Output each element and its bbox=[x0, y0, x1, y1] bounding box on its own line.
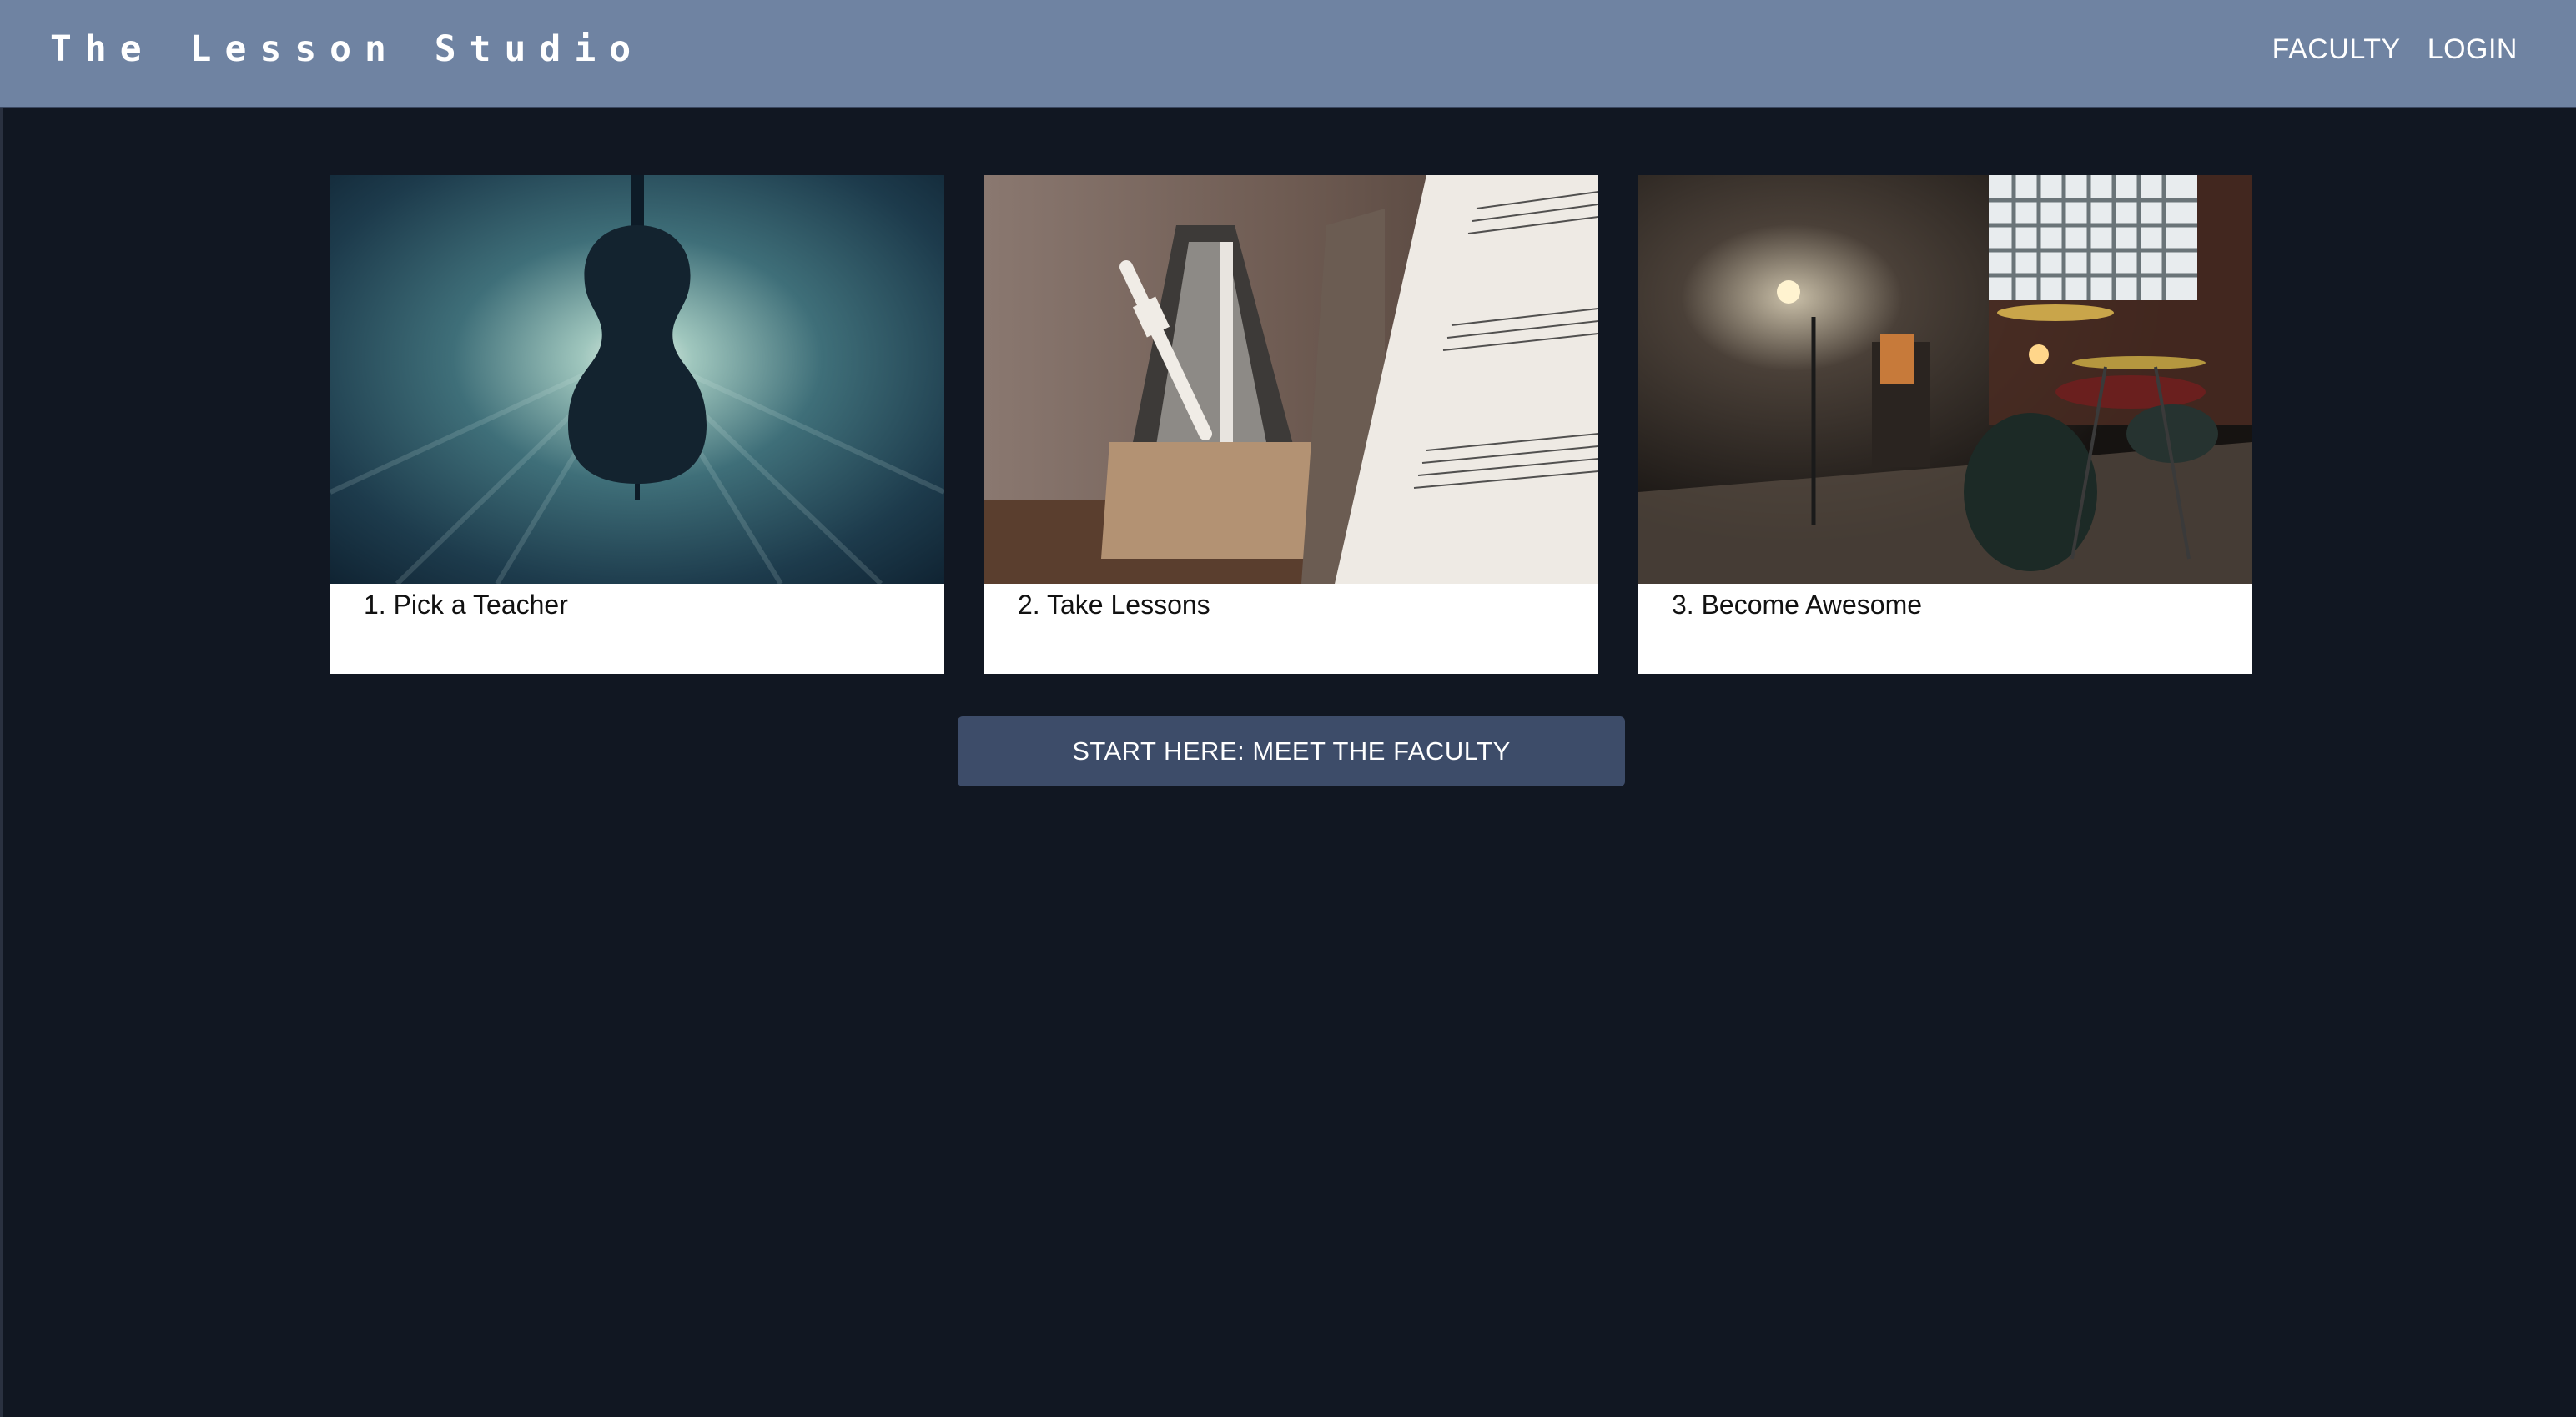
top-navbar: The Lesson Studio FACULTY LOGIN bbox=[0, 0, 2576, 108]
drum-studio-image bbox=[1638, 175, 2252, 584]
step-label: 3. Become Awesome bbox=[1672, 590, 1923, 620]
site-brand[interactable]: The Lesson Studio bbox=[50, 28, 644, 70]
nav-links: FACULTY LOGIN bbox=[2272, 33, 2518, 66]
cello-image bbox=[330, 175, 944, 584]
step-label: 1. Pick a Teacher bbox=[364, 590, 568, 620]
nav-link-login[interactable]: LOGIN bbox=[2428, 33, 2518, 66]
step-card-become-awesome: 3. Become Awesome bbox=[1638, 175, 2252, 674]
step-card-pick-teacher: 1. Pick a Teacher bbox=[330, 175, 944, 674]
step-label: 2. Take Lessons bbox=[1018, 590, 1210, 620]
meet-faculty-button[interactable]: START HERE: MEET THE FACULTY bbox=[958, 716, 1625, 786]
nav-link-faculty[interactable]: FACULTY bbox=[2272, 33, 2401, 66]
page-edge bbox=[0, 108, 3, 1417]
metronome-image bbox=[984, 175, 1598, 584]
step-card-take-lessons: 2. Take Lessons bbox=[984, 175, 1598, 674]
